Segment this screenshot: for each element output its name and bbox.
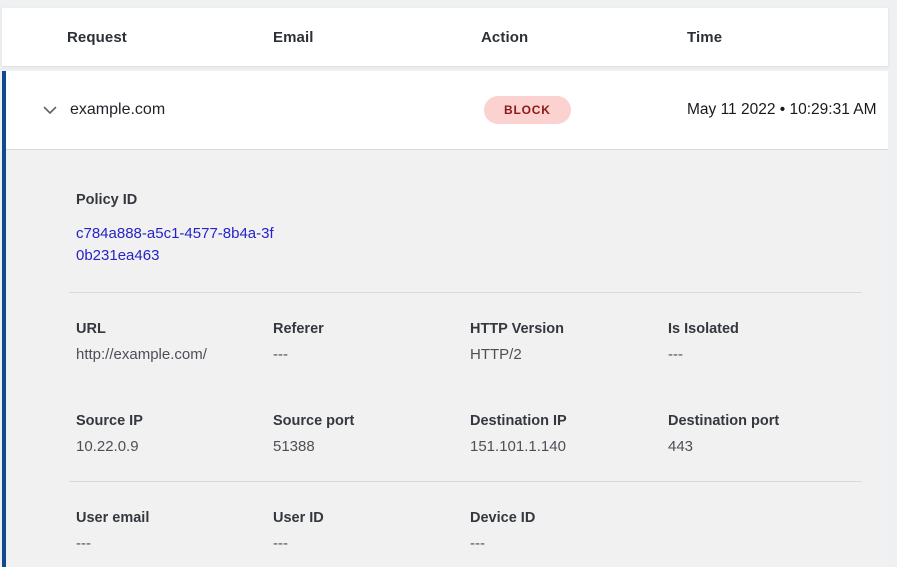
table-header-row: Request Email Action Time [2,8,888,66]
field-value: --- [470,535,668,552]
detail-fields-row: URL http://example.com/ Referer --- HTTP… [76,321,862,363]
log-page: Request Email Action Time example.com BL… [0,0,897,567]
field-value: http://example.com/ [76,346,273,363]
field-source-port: Source port 51388 [273,413,470,455]
policy-id-label: Policy ID [76,192,862,208]
column-header-action: Action [481,29,687,46]
policy-id-link[interactable]: c784a888-a5c1-4577-8b4a-3f0b231ea463 [76,223,281,266]
field-value: 10.22.0.9 [76,438,273,455]
field-label: Source port [273,413,470,429]
field-value: HTTP/2 [470,346,668,363]
field-label: Referer [273,321,470,337]
field-http-version: HTTP Version HTTP/2 [470,321,668,363]
field-user-email: User email --- [76,510,273,552]
field-source-ip: Source IP 10.22.0.9 [76,413,273,455]
field-label: URL [76,321,273,337]
field-is-isolated: Is Isolated --- [668,321,862,363]
detail-fields-row: User email --- User ID --- Device ID --- [76,510,862,552]
column-header-time: Time [687,29,888,46]
field-label: User ID [273,510,470,526]
section-divider [69,292,862,293]
field-value: 51388 [273,438,470,455]
column-header-request: Request [67,29,273,46]
field-label: Is Isolated [668,321,862,337]
field-device-id: Device ID --- [470,510,668,552]
field-label: Destination port [668,413,862,429]
field-value: --- [273,535,470,552]
field-value: --- [76,535,273,552]
request-time: May 11 2022 • 10:29:31 AM [687,98,877,122]
field-label: Source IP [76,413,273,429]
field-value: --- [273,346,470,363]
action-block-badge: BLOCK [484,96,571,124]
field-value: 443 [668,438,862,455]
detail-fields-row: Source IP 10.22.0.9 Source port 51388 De… [76,413,862,455]
field-label: Device ID [470,510,668,526]
field-label: Destination IP [470,413,668,429]
field-label: HTTP Version [470,321,668,337]
field-destination-ip: Destination IP 151.101.1.140 [470,413,668,455]
column-header-email: Email [273,29,481,46]
request-detail-panel: Policy ID c784a888-a5c1-4577-8b4a-3f0b23… [6,150,888,552]
section-divider [69,481,862,482]
field-referer: Referer --- [273,321,470,363]
field-value: 151.101.1.140 [470,438,668,455]
field-destination-port: Destination port 443 [668,413,862,455]
table-row[interactable]: example.com BLOCK May 11 2022 • 10:29:31… [6,71,888,150]
field-empty [668,510,862,552]
expanded-row-group: example.com BLOCK May 11 2022 • 10:29:31… [2,71,888,567]
field-user-id: User ID --- [273,510,470,552]
chevron-down-icon[interactable] [42,102,58,118]
field-label: User email [76,510,273,526]
request-domain: example.com [70,101,484,119]
field-url: URL http://example.com/ [76,321,273,363]
field-value: --- [668,346,862,363]
